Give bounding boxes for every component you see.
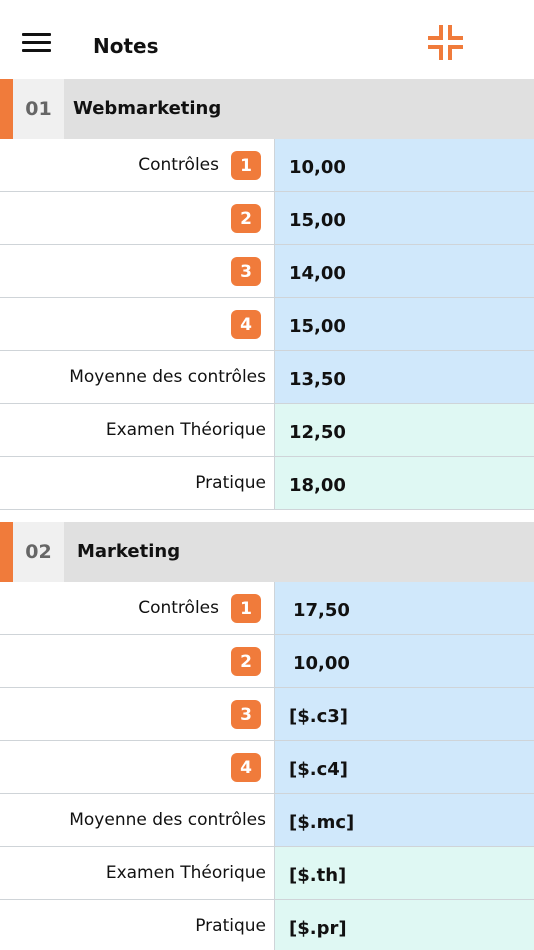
grade-row: Pratique 18,00 — [0, 457, 534, 510]
grade-value-cell: [$.c4] — [274, 741, 534, 793]
grade-row: 3 14,00 — [0, 245, 534, 298]
grade-value-cell: [$.mc] — [274, 794, 534, 846]
row-label: Contrôles — [138, 155, 219, 175]
grade-row: Examen Théorique 12,50 — [0, 404, 534, 457]
grade-value-cell: [$.th] — [274, 847, 534, 899]
section-number: 02 — [13, 522, 64, 582]
grade-value: 12,50 — [289, 422, 346, 443]
control-number-badge: 2 — [231, 647, 261, 676]
grade-row: Contrôles 1 10,00 — [0, 139, 534, 192]
control-number-badge: 4 — [231, 310, 261, 339]
section-number: 01 — [13, 79, 64, 139]
section-title: Marketing — [77, 541, 181, 562]
grade-value: 17,50 — [293, 600, 350, 621]
grade-row: 4 [$.c4] — [0, 741, 534, 794]
collapse-icon[interactable] — [426, 23, 465, 62]
control-number-badge: 1 — [231, 151, 261, 180]
grade-value-cell: 10,00 — [274, 139, 534, 191]
grade-value-cell: 17,50 — [274, 582, 534, 634]
grade-value: [$.mc] — [289, 812, 355, 833]
grade-value: 14,00 — [289, 263, 346, 284]
section-accent-bar — [0, 79, 13, 139]
control-number-badge: 4 — [231, 753, 261, 782]
control-number-badge: 1 — [231, 594, 261, 623]
grade-value: [$.c3] — [289, 706, 349, 727]
grade-value: [$.th] — [289, 865, 347, 886]
grade-value-cell: 15,00 — [274, 298, 534, 350]
control-number-badge: 2 — [231, 204, 261, 233]
grade-value-cell: 13,50 — [274, 351, 534, 403]
grade-row: 3 [$.c3] — [0, 688, 534, 741]
grade-value: 10,00 — [289, 157, 346, 178]
section-header[interactable]: 02 Marketing — [0, 522, 534, 582]
grade-value-cell: 15,00 — [274, 192, 534, 244]
grade-value: [$.pr] — [289, 918, 347, 939]
grade-value-cell: 12,50 — [274, 404, 534, 456]
grade-row: Pratique [$.pr] — [0, 900, 534, 950]
grade-row: Moyenne des contrôles [$.mc] — [0, 794, 534, 847]
hamburger-menu-icon[interactable] — [22, 33, 51, 53]
grade-value-cell: 18,00 — [274, 457, 534, 509]
page-title: Notes — [93, 34, 159, 58]
grade-value-cell: 10,00 — [274, 635, 534, 687]
grade-value: 15,00 — [289, 316, 346, 337]
section-title: Webmarketing — [73, 98, 222, 119]
grade-row: 2 15,00 — [0, 192, 534, 245]
grade-row: Moyenne des contrôles 13,50 — [0, 351, 534, 404]
row-label: Moyenne des contrôles — [69, 367, 266, 387]
section-accent-bar — [0, 522, 13, 582]
row-label: Examen Théorique — [105, 420, 266, 440]
grade-value: 18,00 — [289, 475, 346, 496]
grade-row: 2 10,00 — [0, 635, 534, 688]
grade-row: Contrôles 1 17,50 — [0, 582, 534, 635]
app-header: Notes — [0, 0, 534, 79]
control-number-badge: 3 — [231, 257, 261, 286]
row-label: Pratique — [195, 473, 266, 493]
row-label: Examen Théorique — [105, 863, 266, 883]
row-label: Pratique — [195, 916, 266, 936]
grade-row: 4 15,00 — [0, 298, 534, 351]
section-header[interactable]: 01 Webmarketing — [0, 79, 534, 139]
grade-value: 15,00 — [289, 210, 346, 231]
grade-value-cell: [$.c3] — [274, 688, 534, 740]
grade-row: Examen Théorique [$.th] — [0, 847, 534, 900]
grade-value: 13,50 — [289, 369, 346, 390]
grade-value-cell: [$.pr] — [274, 900, 534, 950]
row-label: Contrôles — [138, 598, 219, 618]
control-number-badge: 3 — [231, 700, 261, 729]
grade-value: [$.c4] — [289, 759, 349, 780]
row-label: Moyenne des contrôles — [69, 810, 266, 830]
grade-value: 10,00 — [293, 653, 350, 674]
grade-value-cell: 14,00 — [274, 245, 534, 297]
